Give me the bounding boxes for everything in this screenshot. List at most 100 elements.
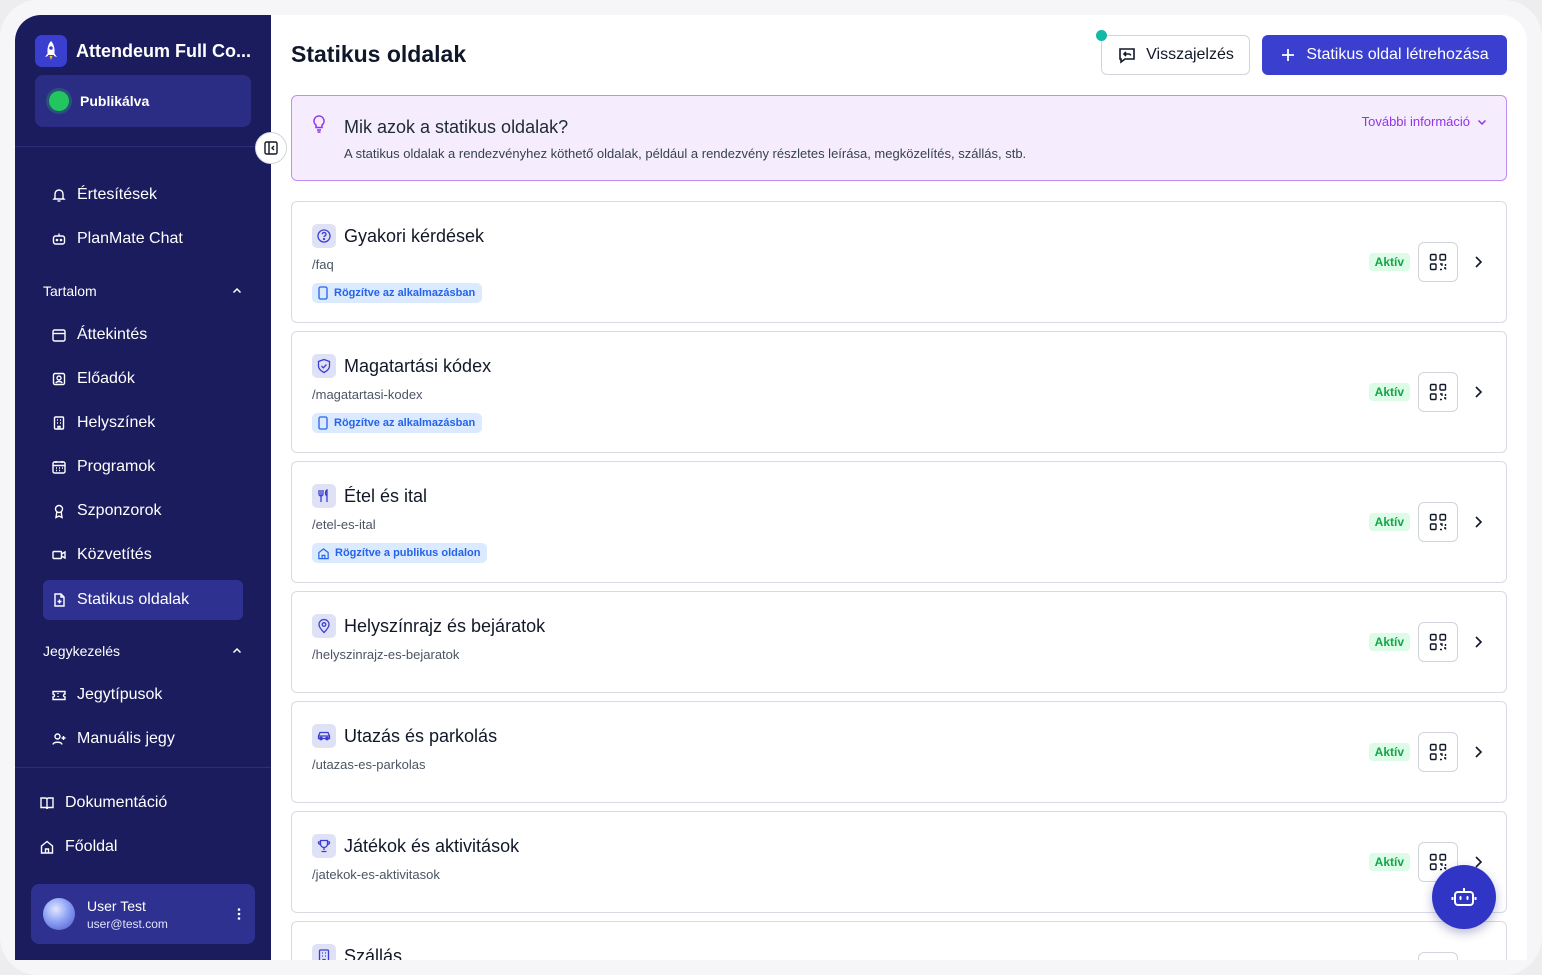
home-icon [318, 547, 329, 559]
building-icon [53, 416, 65, 430]
sidebar-item-programs[interactable]: Programok [43, 447, 243, 487]
brand[interactable]: Attendeum Full Co... [35, 35, 251, 67]
static-page-card[interactable]: Magatartási kódex /magatartasi-kodex Rög… [291, 331, 1507, 453]
trophy-icon [312, 834, 336, 858]
main-content: Statikus oldalak Visszajelzés Statikus o… [271, 15, 1527, 960]
pin-badge: Rögzítve az alkalmazásban [312, 413, 483, 433]
more-vertical-icon[interactable] [235, 906, 243, 922]
create-label: Statikus oldal létrehozása [1306, 46, 1489, 63]
sidebar-item-label: Szponzorok [77, 502, 162, 519]
user-menu[interactable]: User Test user@test.com [31, 884, 255, 944]
static-page-card[interactable]: Étel és ital /etel-es-ital Rögzítve a pu… [291, 461, 1507, 583]
info-callout: Mik azok a statikus oldalak? A statikus … [291, 95, 1507, 181]
create-static-page-button[interactable]: Statikus oldal létrehozása [1262, 35, 1507, 75]
sidebar-item-static-pages[interactable]: Statikus oldalak [43, 580, 243, 620]
page-slug: /jatekok-es-aktivitasok [312, 867, 440, 882]
award-icon [54, 504, 64, 519]
sidebar: Attendeum Full Co... Publikálva Értesíté… [15, 15, 271, 960]
page-title: Statikus oldalak [291, 41, 467, 67]
qr-code-icon [1429, 853, 1447, 871]
sidebar-item-notifications[interactable]: Értesítések [43, 175, 243, 215]
chevron-right-icon[interactable] [1472, 515, 1484, 529]
qr-code-icon [1429, 743, 1447, 761]
utensils-icon [312, 484, 336, 508]
static-page-card[interactable]: Utazás és parkolás /utazas-es-parkolas A… [291, 701, 1507, 803]
book-icon [40, 797, 54, 810]
publish-status[interactable]: Publikálva [35, 75, 251, 127]
chevron-right-icon[interactable] [1472, 745, 1484, 759]
page-slug: /magatartasi-kodex [312, 387, 423, 402]
chevron-right-icon[interactable] [1472, 385, 1484, 399]
sidebar-item-label: Statikus oldalak [77, 591, 190, 608]
status-badge: Aktív [1368, 743, 1410, 761]
info-description: A statikus oldalak a rendezvényhez köthe… [344, 146, 1027, 161]
qr-code-button[interactable] [1418, 242, 1458, 282]
qr-code-button[interactable] [1418, 732, 1458, 772]
car-icon [312, 724, 336, 748]
qr-code-button[interactable] [1418, 952, 1458, 960]
bot-icon [52, 233, 66, 245]
page-title: Gyakori kérdések [344, 226, 485, 246]
sidebar-item-venues[interactable]: Helyszínek [43, 403, 243, 443]
assistant-bot-button[interactable] [1432, 865, 1496, 929]
sidebar-item-docs[interactable]: Dokumentáció [35, 783, 235, 823]
static-page-card[interactable]: Szállás [291, 921, 1507, 960]
static-page-card[interactable]: Gyakori kérdések /faq Rögzítve az alkalm… [291, 201, 1507, 323]
sidebar-section-tickets[interactable]: Jegykezelés [43, 639, 243, 663]
pin-label: Rögzítve az alkalmazásban [334, 287, 476, 299]
event-title: Attendeum Full Co... [76, 40, 251, 61]
sidebar-item-label: Közvetítés [77, 546, 152, 563]
lightbulb-icon [313, 115, 325, 133]
sidebar-section-content[interactable]: Tartalom [43, 279, 243, 303]
qr-code-button[interactable] [1418, 502, 1458, 542]
user-name: User Test [87, 897, 146, 914]
qr-code-icon [1429, 513, 1447, 531]
page-slug: /faq [312, 257, 334, 272]
status-badge: Aktív [1368, 853, 1410, 871]
sidebar-item-label: Áttekintés [77, 326, 148, 343]
phone-icon [318, 286, 328, 300]
qr-code-icon [1429, 253, 1447, 271]
page-slug: /etel-es-ital [312, 517, 376, 532]
static-page-card[interactable]: Játékok és aktivitások /jatekok-es-aktiv… [291, 811, 1507, 913]
plus-icon [1282, 49, 1295, 61]
chevron-up-icon [232, 647, 242, 654]
status-badge: Aktív [1368, 253, 1410, 271]
qr-code-button[interactable] [1418, 622, 1458, 662]
user-square-icon [52, 372, 66, 386]
page-title: Magatartási kódex [344, 356, 492, 376]
sidebar-item-label: Jegytípusok [77, 686, 163, 703]
more-info-toggle[interactable]: További információ [1362, 114, 1488, 129]
sidebar-item-ticket-types[interactable]: Jegytípusok [43, 675, 243, 715]
sidebar-item-label: Programok [77, 458, 156, 475]
file-icon [54, 593, 65, 607]
qr-code-icon [1429, 633, 1447, 651]
pin-label: Rögzítve a publikus oldalon [335, 547, 481, 559]
feedback-button[interactable]: Visszajelzés [1096, 30, 1250, 75]
sidebar-item-overview[interactable]: Áttekintés [43, 315, 243, 355]
chevron-right-icon[interactable] [1472, 635, 1484, 649]
phone-icon [318, 416, 328, 430]
page-title: Játékok és aktivitások [344, 836, 520, 856]
sidebar-item-sponsors[interactable]: Szponzorok [43, 491, 243, 531]
more-info-label: További információ [1361, 114, 1470, 129]
collapse-sidebar-button[interactable] [255, 132, 287, 164]
user-email: user@test.com [87, 916, 168, 931]
building-icon [312, 944, 336, 960]
chevron-down-icon [1477, 119, 1487, 125]
sidebar-item-speakers[interactable]: Előadók [43, 359, 243, 399]
static-page-card[interactable]: Helyszínrajz és bejáratok /helyszinrajz-… [291, 591, 1507, 693]
qr-code-button[interactable] [1418, 372, 1458, 412]
sidebar-item-chat[interactable]: PlanMate Chat [43, 219, 243, 259]
sidebar-item-broadcast[interactable]: Közvetítés [43, 535, 243, 575]
chevron-right-icon[interactable] [1472, 255, 1484, 269]
calendar-days-icon [52, 461, 66, 474]
page-title: Utazás és parkolás [344, 726, 498, 746]
sidebar-item-home[interactable]: Főoldal [35, 827, 235, 867]
section-label: Tartalom [43, 283, 97, 299]
panel-left-icon [264, 141, 278, 155]
pin-badge: Rögzítve az alkalmazásban [312, 283, 483, 303]
map-pin-icon [312, 614, 336, 638]
sidebar-item-manual-ticket[interactable]: Manuális jegy [43, 719, 243, 759]
sidebar-item-label: PlanMate Chat [77, 230, 183, 247]
